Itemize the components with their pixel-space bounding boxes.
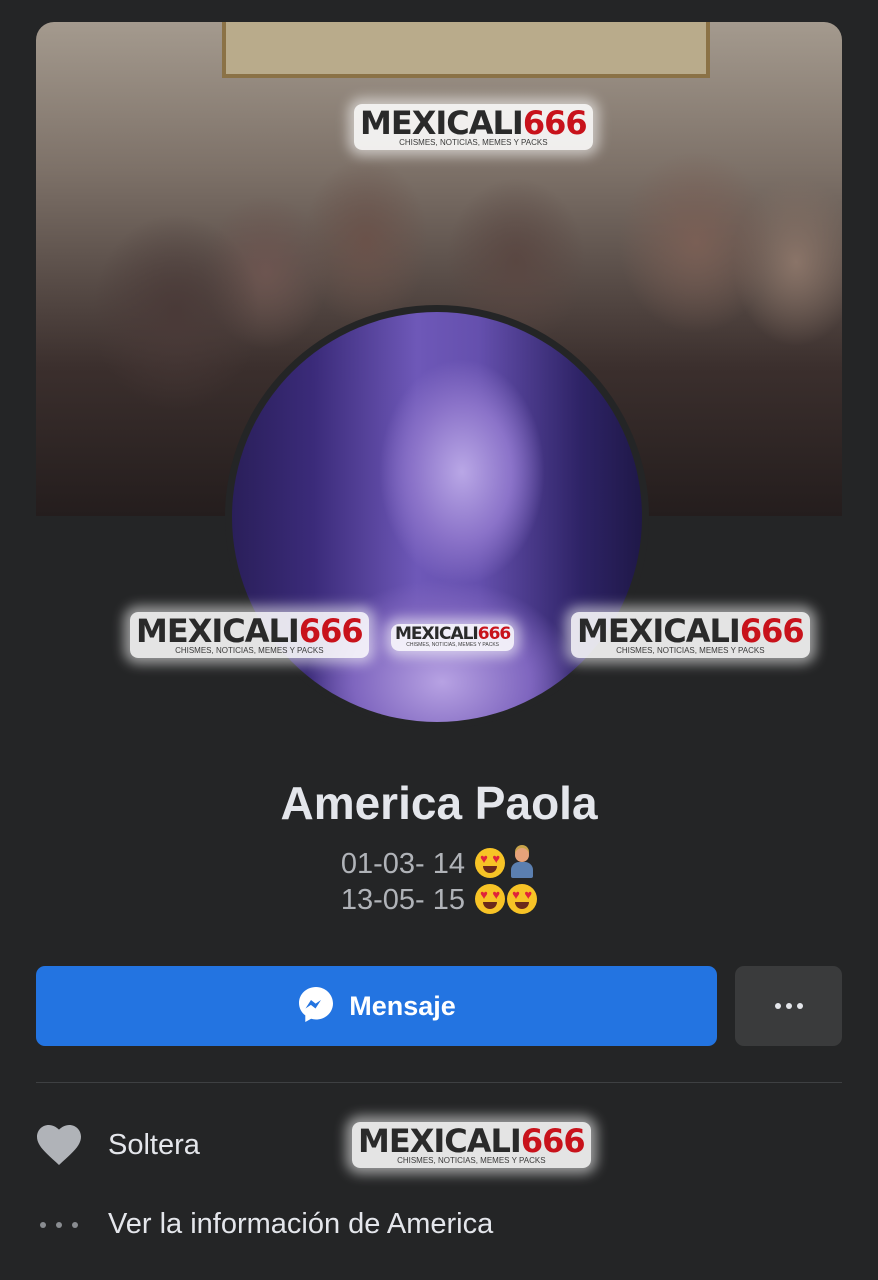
bio-line-2: 13-05- 15 [0,884,878,917]
detail-relationship: Soltera [36,1124,200,1166]
heart-eyes-emoji-icon [475,848,506,878]
watermark-number: 666 [477,624,511,644]
more-dots-icon [36,1221,82,1228]
watermark-number: 666 [739,612,805,650]
relationship-status: Soltera [108,1128,200,1161]
woman-with-child-emoji-icon [507,848,537,878]
see-about-link[interactable]: Ver la información de America [108,1208,493,1241]
heart-eyes-emoji-icon [475,884,506,914]
watermark: MEXICALI 666 CHISMES, NOTICIAS, MEMES Y P… [354,104,593,150]
more-options-button[interactable] [735,966,842,1046]
more-options-dot [796,1003,803,1009]
watermark-brand: MEXICALI [360,104,524,142]
watermark-tagline: CHISMES, NOTICIAS, MEMES Y PACKS [616,646,765,655]
watermark-number: 666 [298,612,364,650]
message-button-label: Mensaje [349,990,456,1021]
profile-picture-image [232,312,642,722]
watermark-tagline: CHISMES, NOTICIAS, MEMES Y PACKS [406,642,500,648]
message-button[interactable]: Mensaje [36,966,717,1046]
bio-line-1: 01-03- 14 [0,848,878,881]
watermark-brand: MEXICALI [136,612,300,650]
watermark-tagline: CHISMES, NOTICIAS, MEMES Y PACKS [397,1156,546,1165]
cover-wall-frame [222,22,710,78]
section-divider [36,1082,842,1083]
messenger-icon [297,985,335,1028]
watermark: MEXICALI 666 CHISMES, NOTICIAS, MEMES Y P… [391,624,515,651]
profile-picture[interactable] [225,305,649,729]
watermark-number: 666 [520,1122,586,1160]
more-options-dot [785,1003,792,1009]
heart-eyes-emoji-icon [507,884,538,914]
watermark: MEXICALI 666 CHISMES, NOTICIAS, MEMES Y P… [352,1122,591,1168]
watermark: MEXICALI 666 CHISMES, NOTICIAS, MEMES Y P… [130,612,369,658]
watermark: MEXICALI 666 CHISMES, NOTICIAS, MEMES Y P… [571,612,810,658]
more-options-icon [774,1003,781,1009]
heart-icon [36,1124,82,1166]
bio-line-1-text: 01-03- 14 [340,848,466,880]
profile-name: America Paola [280,777,598,829]
detail-see-about[interactable]: Ver la información de America [36,1208,493,1241]
bio-line-2-text: 13-05- 15 [340,884,466,916]
watermark-brand: MEXICALI [358,1122,522,1160]
watermark-brand: MEXICALI [395,624,479,644]
watermark-number: 666 [522,104,588,142]
watermark-tagline: CHISMES, NOTICIAS, MEMES Y PACKS [175,646,324,655]
watermark-tagline: CHISMES, NOTICIAS, MEMES Y PACKS [399,138,548,147]
watermark-brand: MEXICALI [577,612,741,650]
